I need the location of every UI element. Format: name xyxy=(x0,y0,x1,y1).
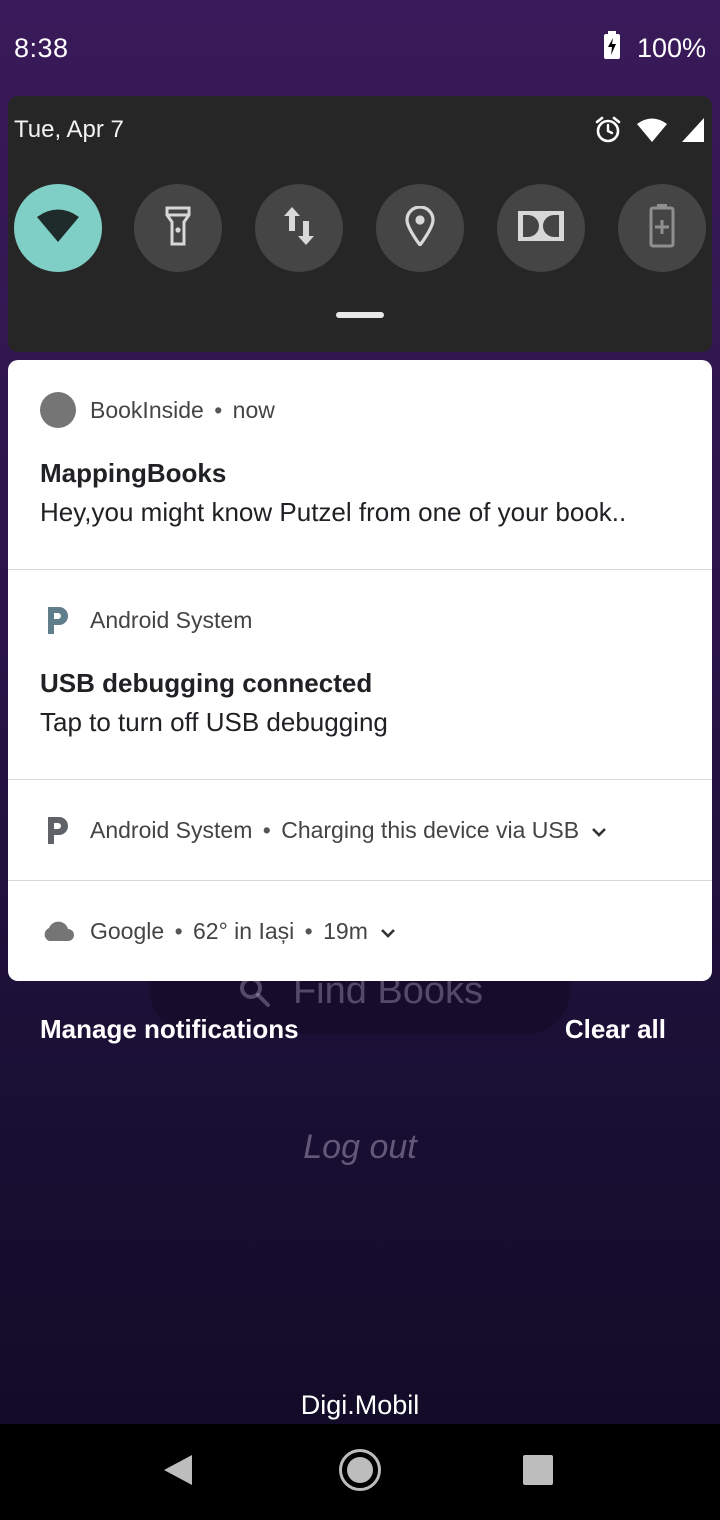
qs-tile-location[interactable] xyxy=(376,184,464,272)
alarm-icon xyxy=(594,116,622,149)
location-pin-icon xyxy=(405,204,435,251)
battery-charging-icon xyxy=(603,30,621,66)
app-icon-placeholder xyxy=(40,392,76,428)
back-icon xyxy=(162,1453,194,1492)
separator-dot: • xyxy=(214,396,223,423)
notification-header: Android System • Charging this device vi… xyxy=(40,812,607,848)
android-system-icon xyxy=(40,602,76,638)
separator-dot: • xyxy=(174,917,183,944)
qs-date: Tue, Apr 7 xyxy=(14,116,124,143)
separator-dot: • xyxy=(262,816,271,843)
data-arrows-icon xyxy=(283,206,315,250)
chevron-down-icon[interactable] xyxy=(380,918,396,945)
qs-tile-battery-saver[interactable] xyxy=(618,184,706,272)
wifi-icon xyxy=(36,208,80,249)
qs-tile-wifi[interactable] xyxy=(14,184,102,272)
status-time: 8:38 xyxy=(14,32,69,63)
notification-title: USB debugging connected xyxy=(40,668,373,698)
back-button[interactable] xyxy=(154,1448,202,1496)
notification-summary: Charging this device via USB xyxy=(281,816,580,843)
cloud-icon xyxy=(40,913,76,949)
separator-dot: • xyxy=(304,917,313,944)
navigation-bar xyxy=(0,1424,720,1520)
dolby-icon xyxy=(517,210,565,247)
battery-percent: 100% xyxy=(636,32,706,63)
notification-footer: Manage notifications Clear all xyxy=(0,1010,720,1054)
notification-list: BookInside • now MappingBooks Hey,you mi… xyxy=(8,360,712,981)
notification-usb-debugging[interactable]: Android System USB debugging connected T… xyxy=(8,570,712,779)
battery-saver-icon xyxy=(649,203,675,253)
notification-header: Google • 62° in Iași • 19m xyxy=(40,913,396,949)
qs-tile-dolby[interactable] xyxy=(497,184,585,272)
status-bar: 8:38 100% xyxy=(0,0,720,96)
notification-app-name: Android System xyxy=(90,606,253,633)
wifi-icon xyxy=(636,117,668,148)
logout-link: Log out xyxy=(303,1128,417,1166)
manage-notifications-button[interactable]: Manage notifications xyxy=(40,1014,299,1045)
qs-tile-mobile-data[interactable] xyxy=(255,184,343,272)
notification-header: Android System xyxy=(40,602,252,638)
notification-title: MappingBooks xyxy=(40,458,227,488)
qs-expand-handle[interactable] xyxy=(336,312,384,318)
notification-text: Hey,you might know Putzel from one of yo… xyxy=(40,497,627,527)
notification-app-name: BookInside xyxy=(90,396,204,423)
home-button[interactable] xyxy=(336,1448,384,1496)
quick-settings-panel: Tue, Apr 7 xyxy=(8,96,712,352)
notification-text: Tap to turn off USB debugging xyxy=(40,707,388,737)
clear-all-button[interactable]: Clear all xyxy=(565,1014,666,1045)
notification-app-name: Google xyxy=(90,917,165,944)
carrier-name: Digi.Mobil xyxy=(300,1390,420,1420)
cell-signal-icon xyxy=(682,118,704,147)
notification-bookinside[interactable]: BookInside • now MappingBooks Hey,you mi… xyxy=(8,360,712,569)
chevron-down-icon[interactable] xyxy=(591,817,607,844)
home-icon xyxy=(338,1448,382,1497)
notification-usb-charging[interactable]: Android System • Charging this device vi… xyxy=(8,780,712,880)
notification-header: BookInside • now xyxy=(40,392,275,428)
notification-time: 19m xyxy=(323,917,368,944)
recents-icon xyxy=(523,1454,553,1490)
notification-google-weather[interactable]: Google • 62° in Iași • 19m xyxy=(8,881,712,981)
notification-summary: 62° in Iași xyxy=(193,917,295,944)
recents-button[interactable] xyxy=(514,1448,562,1496)
qs-tile-flashlight[interactable] xyxy=(134,184,222,272)
notification-time: now xyxy=(232,396,275,423)
flashlight-icon xyxy=(165,206,191,251)
notification-app-name: Android System xyxy=(90,816,253,843)
android-system-icon xyxy=(40,812,76,848)
